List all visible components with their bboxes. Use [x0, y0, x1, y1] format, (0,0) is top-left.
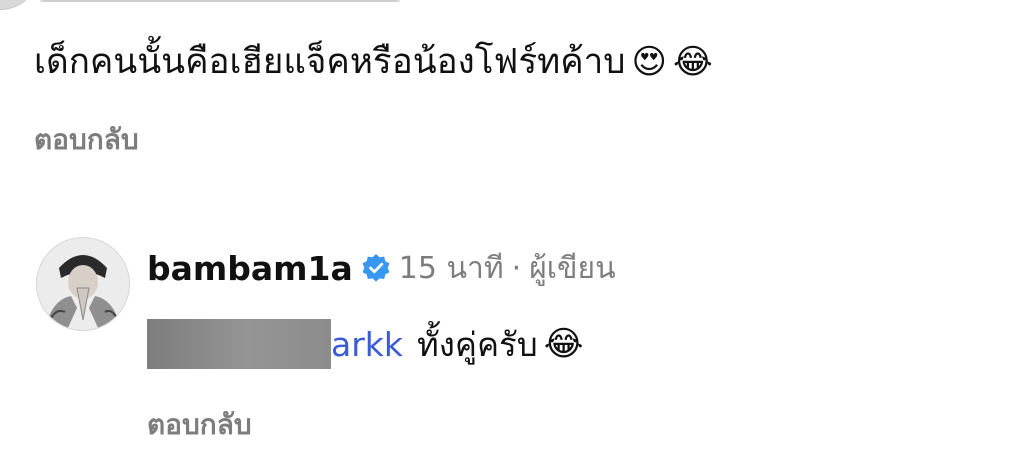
previous-comment-header — [0, 0, 1024, 10]
reply-button[interactable]: ตอบกลับ — [34, 118, 139, 162]
verified-badge-icon — [362, 254, 390, 282]
separator-dot: · — [511, 250, 522, 286]
redacted-mention-block — [147, 319, 331, 369]
tears-of-joy-emoji: 😂 — [672, 42, 713, 82]
avatar-photo — [37, 238, 129, 330]
author-label: ผู้เขียน — [529, 250, 616, 286]
cut-off-header-text — [40, 0, 400, 2]
comment-text: เด็กคนนั้นคือเฮียแจ็คหรือน้องโฟร์ทค้าบ — [34, 42, 626, 82]
username-link[interactable]: bambam1a — [147, 249, 353, 288]
comment-body: เด็กคนนั้นคือเฮียแจ็คหรือน้องโฟร์ทค้าบ 😍 😂 — [34, 34, 713, 90]
tears-of-joy-emoji: 😂 — [543, 324, 584, 364]
previous-commenter-avatar[interactable] — [0, 0, 40, 10]
heart-eyes-emoji: 😍 — [631, 42, 667, 82]
reply-header: bambam1a 15 นาที · ผู้เขียน — [147, 243, 616, 293]
reply-text: ทั้งคู่ครับ — [417, 324, 538, 364]
reply-button[interactable]: ตอบกลับ — [147, 403, 252, 447]
mention-link[interactable]: arkk — [331, 325, 403, 364]
timestamp: 15 นาที — [398, 250, 504, 286]
avatar[interactable] — [36, 237, 130, 331]
reply-body: arkk ทั้งคู่ครับ 😂 — [147, 318, 583, 370]
